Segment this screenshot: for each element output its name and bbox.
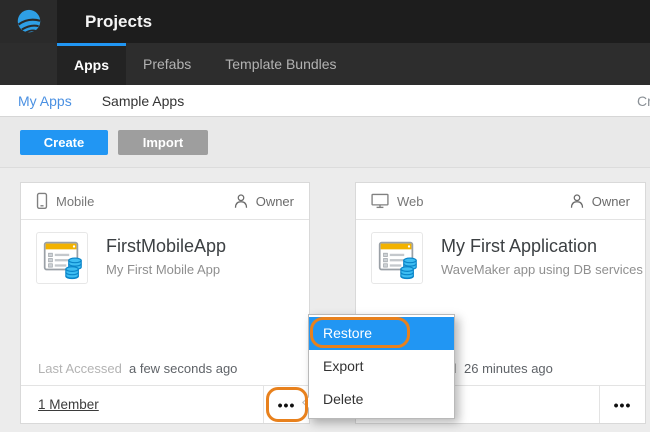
card-body: FirstMobileApp My First Mobile App Last … xyxy=(21,220,309,386)
card-footer: 1 Member ••• xyxy=(21,385,309,423)
app-header: Projects xyxy=(0,0,650,43)
person-icon xyxy=(569,193,585,209)
card-header: Web Owner xyxy=(356,183,645,220)
app-title[interactable]: FirstMobileApp xyxy=(106,236,226,257)
page-title: Projects xyxy=(85,0,152,43)
subnav-sample-apps[interactable]: Sample Apps xyxy=(102,93,185,109)
last-accessed-row: Last Accessed a few seconds ago xyxy=(38,361,237,376)
tab-template-bundles[interactable]: Template Bundles xyxy=(208,43,353,85)
app-window-database-icon[interactable] xyxy=(371,232,423,284)
role-badge: Owner xyxy=(233,193,294,209)
wavemaker-logo-icon xyxy=(14,7,44,37)
device-type-label: Web xyxy=(397,194,424,209)
tab-apps[interactable]: Apps xyxy=(57,43,126,85)
main-tabbar: Apps Prefabs Template Bundles xyxy=(0,43,650,85)
app-card-firstmobileapp[interactable]: Mobile Owner xyxy=(20,182,310,424)
app-subtitle: WaveMaker app using DB services xyxy=(441,262,643,277)
monitor-icon xyxy=(371,193,389,209)
role-label: Owner xyxy=(256,194,294,209)
subnav: My Apps Sample Apps Cr xyxy=(0,85,650,117)
tab-prefabs[interactable]: Prefabs xyxy=(126,43,208,85)
last-accessed-label: Last Accessed xyxy=(38,361,129,376)
card-ellipsis-menu-button[interactable]: ••• xyxy=(263,386,309,423)
create-button[interactable]: Create xyxy=(20,130,108,155)
role-label: Owner xyxy=(592,194,630,209)
role-badge: Owner xyxy=(569,193,630,209)
card-context-menu: Restore Export Delete xyxy=(308,314,455,419)
menu-item-export[interactable]: Export xyxy=(309,350,454,383)
members-link[interactable]: 1 Member xyxy=(38,397,99,412)
device-type-label: Mobile xyxy=(56,194,94,209)
app-window-database-icon[interactable] xyxy=(36,232,88,284)
menu-item-restore[interactable]: Restore xyxy=(309,317,454,350)
card-ellipsis-menu-button[interactable]: ••• xyxy=(599,386,645,423)
subnav-my-apps[interactable]: My Apps xyxy=(18,93,72,109)
import-button[interactable]: Import xyxy=(118,130,208,155)
person-icon xyxy=(233,193,249,209)
subnav-clipped-link[interactable]: Cr xyxy=(637,93,650,109)
card-header: Mobile Owner xyxy=(21,183,309,220)
app-title[interactable]: My First Application xyxy=(441,236,597,257)
wavemaker-logo[interactable] xyxy=(0,0,57,43)
app-subtitle: My First Mobile App xyxy=(106,262,220,277)
last-accessed-value: a few seconds ago xyxy=(129,361,237,376)
actions-toolbar: Create Import xyxy=(0,117,650,168)
mobile-phone-icon xyxy=(36,192,48,210)
last-accessed-value: 26 minutes ago xyxy=(464,361,553,376)
menu-item-delete[interactable]: Delete xyxy=(309,383,454,416)
